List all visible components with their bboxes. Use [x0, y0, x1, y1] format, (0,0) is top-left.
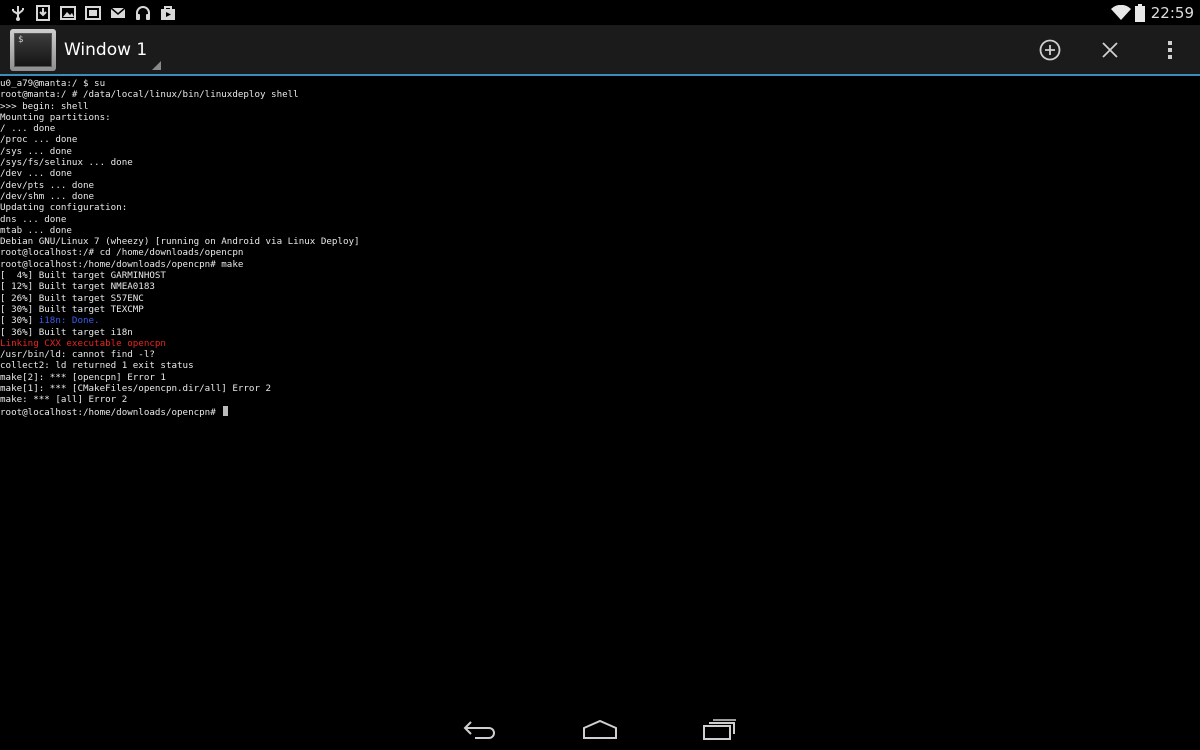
window-title: Window 1: [64, 39, 148, 60]
terminal-line: /sys ... done: [0, 146, 1200, 157]
terminal-line: collect2: ld returned 1 exit status: [0, 360, 1200, 371]
terminal-line: [ 36%] Built target i18n: [0, 327, 1200, 338]
terminal-line: /dev/shm ... done: [0, 191, 1200, 202]
terminal-line-text: /dev/shm ... done: [0, 190, 95, 202]
terminal-line-text: /sys ... done: [0, 145, 72, 157]
terminal-line: / ... done: [0, 123, 1200, 134]
terminal-line: /dev/pts ... done: [0, 180, 1200, 191]
terminal-line: root@localhost:/# cd /home/downloads/ope…: [0, 247, 1200, 258]
terminal-line: u0_a79@manta:/ $ su: [0, 78, 1200, 89]
image-icon: [60, 5, 76, 21]
terminal-line-text: /sys/fs/selinux ... done: [0, 157, 133, 169]
terminal-line: Mounting partitions:: [0, 112, 1200, 123]
terminal-line-text: [ 12%] Built target NMEA0183: [0, 281, 155, 293]
terminal-line-text: Updating configuration:: [0, 202, 128, 214]
terminal-line-text: >>> begin: shell: [0, 100, 89, 112]
terminal-line: [ 30%] Built target TEXCMP: [0, 304, 1200, 315]
android-screen: 22:59 $ Window 1 u0_a79@manta:/ $ su roo…: [0, 0, 1200, 750]
terminal-line-text: Mounting partitions:: [0, 111, 111, 123]
terminal-line-text: Linking CXX executable opencpn: [0, 337, 166, 349]
spinner-indicator-icon: [152, 61, 162, 70]
terminal-line: root@localhost:/home/downloads/opencpn# …: [0, 259, 1200, 270]
screenshot-icon: [85, 5, 101, 21]
clock: 22:59: [1150, 3, 1194, 22]
battery-icon: [1134, 3, 1145, 22]
terminal-line: Updating configuration:: [0, 202, 1200, 213]
recent-apps-icon: [703, 718, 737, 740]
back-icon: [463, 719, 497, 739]
terminal-line: make: *** [all] Error 2: [0, 394, 1200, 405]
terminal-line: /dev ... done: [0, 168, 1200, 179]
terminal-line-text: [ 30%] Built target TEXCMP: [0, 303, 144, 315]
terminal-line-text: /dev/pts ... done: [0, 179, 95, 191]
terminal-line: dns ... done: [0, 214, 1200, 225]
notification-icons: [0, 4, 185, 21]
status-bar: 22:59: [0, 0, 1200, 25]
close-window-icon: [1100, 40, 1120, 60]
email-icon: [110, 5, 126, 21]
terminal-output[interactable]: u0_a79@manta:/ $ su root@manta:/ # /data/…: [0, 78, 1200, 708]
terminal-icon: $: [14, 32, 52, 67]
terminal-line-text: root@localhost:/# cd /home/downloads/ope…: [0, 247, 244, 259]
terminal-line-text: mtab ... done: [0, 224, 72, 236]
action-bar: $ Window 1: [0, 25, 1200, 74]
recent-apps-button[interactable]: [660, 708, 780, 750]
terminal-cursor: [223, 405, 229, 416]
terminal-line: >>> begin: shell: [0, 101, 1200, 112]
terminal-line-text: make: *** [all] Error 2: [0, 394, 128, 406]
terminal-line: [ 12%] Built target NMEA0183: [0, 281, 1200, 292]
headset-icon: [135, 5, 151, 21]
usb-icon: [10, 5, 26, 21]
terminal-line: [ 4%] Built target GARMINHOST: [0, 270, 1200, 281]
terminal-line: root@localhost:/home/downloads/opencpn#: [0, 405, 1200, 418]
terminal-app-icon[interactable]: $: [10, 28, 56, 71]
terminal-line: /proc ... done: [0, 134, 1200, 145]
close-window-button[interactable]: [1080, 25, 1140, 74]
window-selector[interactable]: Window 1: [64, 25, 162, 74]
back-button[interactable]: [420, 708, 540, 750]
terminal-line: /sys/fs/selinux ... done: [0, 157, 1200, 168]
terminal-line-text: / ... done: [0, 123, 56, 135]
terminal-line-text: root@localhost:/home/downloads/opencpn# …: [0, 258, 244, 270]
terminal-line: root@manta:/ # /data/local/linux/bin/lin…: [0, 89, 1200, 100]
terminal-line: mtab ... done: [0, 225, 1200, 236]
new-window-button[interactable]: [1020, 25, 1080, 74]
home-button[interactable]: [540, 708, 660, 750]
terminal-line-text: [ 30%]: [0, 315, 39, 327]
terminal-line-text: /proc ... done: [0, 134, 78, 146]
terminal-line-text: make[1]: *** [CMakeFiles/opencpn.dir/all…: [0, 383, 272, 395]
wifi-icon: [1110, 4, 1131, 21]
app-icon-glyph: $: [18, 34, 24, 45]
terminal-line: Debian GNU/Linux 7 (wheezy) [running on …: [0, 236, 1200, 247]
terminal-line-highlight: i18n: Done.: [38, 315, 100, 327]
terminal-line: /usr/bin/ld: cannot find -l?: [0, 349, 1200, 360]
terminal-line: [ 30%] i18n: Done.: [0, 315, 1200, 326]
terminal-line-text: [ 26%] Built target S57ENC: [0, 292, 144, 304]
overflow-menu-icon: [1167, 40, 1173, 60]
navigation-bar: [0, 708, 1200, 750]
terminal-line-text: /usr/bin/ld: cannot find -l?: [0, 349, 155, 361]
store-icon: [160, 5, 176, 21]
terminal-line-text: [ 36%] Built target i18n: [0, 326, 133, 338]
terminal-line-text: collect2: ld returned 1 exit status: [0, 360, 194, 372]
download-icon: [35, 4, 51, 21]
home-icon: [582, 719, 618, 739]
terminal-line-text: [ 4%] Built target GARMINHOST: [0, 270, 166, 282]
action-buttons: [1020, 25, 1200, 74]
system-icons: 22:59: [1110, 3, 1200, 22]
overflow-menu-button[interactable]: [1140, 25, 1200, 74]
terminal-line-text: make[2]: *** [opencpn] Error 1: [0, 371, 166, 383]
terminal-line-text: u0_a79@manta:/ $ su: [0, 78, 106, 89]
terminal-line: make[1]: *** [CMakeFiles/opencpn.dir/all…: [0, 383, 1200, 394]
terminal-line: make[2]: *** [opencpn] Error 1: [0, 372, 1200, 383]
add-window-icon: [1039, 39, 1061, 61]
terminal-line-text: dns ... done: [0, 213, 67, 225]
terminal-line: Linking CXX executable opencpn: [0, 338, 1200, 349]
terminal-line-text: /dev ... done: [0, 168, 72, 180]
terminal-line: [ 26%] Built target S57ENC: [0, 293, 1200, 304]
terminal-line-text: Debian GNU/Linux 7 (wheezy) [running on …: [0, 236, 360, 248]
action-bar-divider: [0, 74, 1200, 76]
terminal-line-text: root@manta:/ # /data/local/linux/bin/lin…: [0, 89, 299, 101]
terminal-line-text: root@localhost:/home/downloads/opencpn#: [0, 406, 222, 418]
